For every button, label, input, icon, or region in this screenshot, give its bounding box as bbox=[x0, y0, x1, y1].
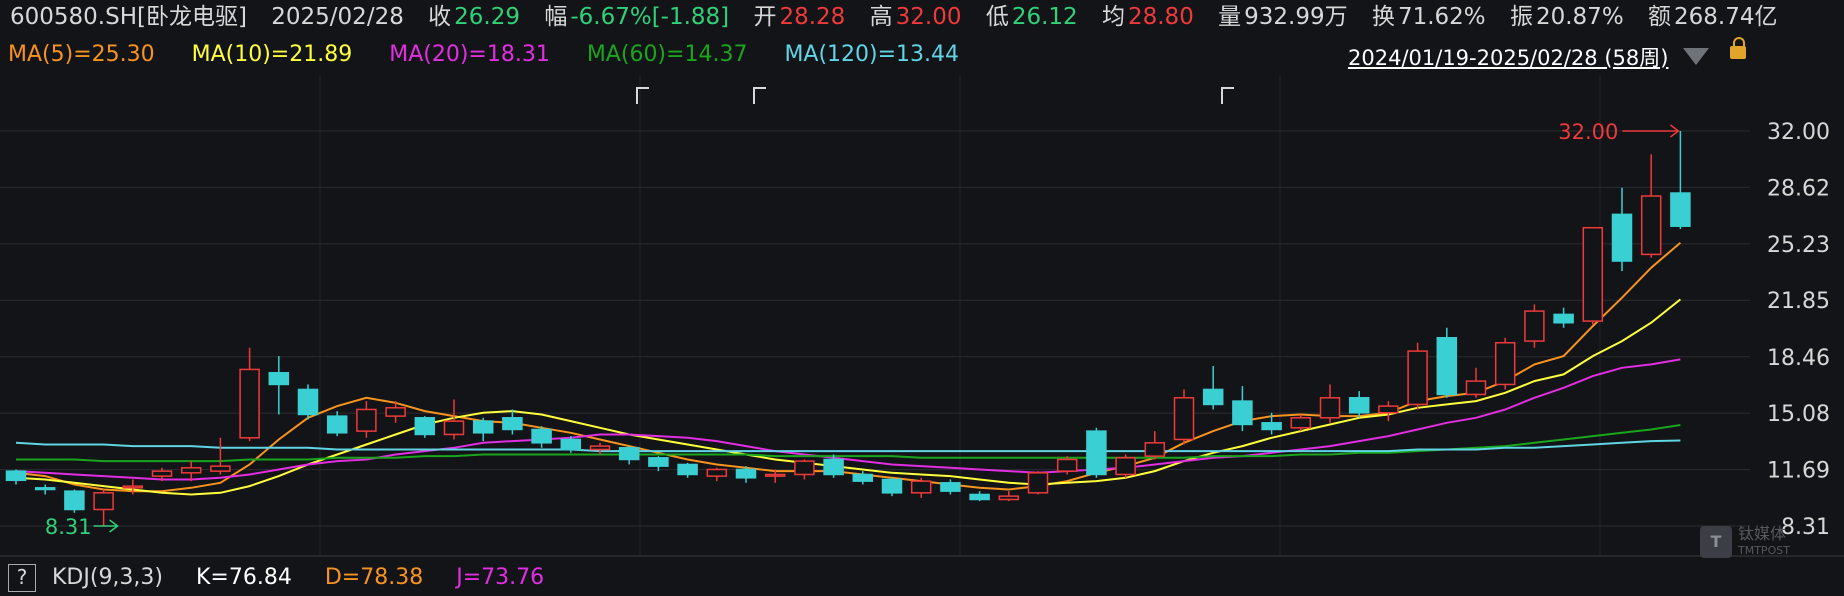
candle-body bbox=[1378, 405, 1399, 414]
ma-line-ma5 bbox=[15, 241, 1682, 493]
candle-body bbox=[1524, 310, 1545, 342]
min-price-label: 8.31 bbox=[45, 515, 92, 539]
candle-body bbox=[93, 492, 114, 511]
y-tick-label: 25.23 bbox=[1767, 233, 1830, 258]
candle-body bbox=[1670, 192, 1691, 227]
kdj-legend: ? KDJ(9,3,3) K=76.84 D=78.38 J=73.76 bbox=[8, 563, 570, 593]
candle-body bbox=[764, 473, 786, 477]
candle-body bbox=[1611, 213, 1633, 262]
candle-body bbox=[34, 487, 56, 491]
candle-body bbox=[1407, 350, 1428, 406]
candle-body bbox=[706, 468, 728, 477]
candle-body bbox=[1640, 195, 1662, 256]
candle-body bbox=[998, 495, 1020, 501]
kdj-j: J=73.76 bbox=[456, 565, 545, 590]
candle-body bbox=[297, 388, 319, 416]
y-tick-label: 32.00 bbox=[1767, 120, 1830, 145]
kdj-k: K=76.84 bbox=[196, 565, 292, 590]
candle-body bbox=[1553, 313, 1574, 324]
candle-body bbox=[589, 445, 611, 451]
candle-body bbox=[677, 463, 698, 476]
candle-body bbox=[356, 408, 377, 432]
candle-body bbox=[268, 372, 290, 386]
candle-body bbox=[1056, 458, 1078, 472]
candle-body bbox=[1232, 400, 1253, 426]
candle-body bbox=[1494, 342, 1516, 386]
candle-body bbox=[443, 420, 465, 436]
candle-body bbox=[151, 470, 173, 477]
candle-body bbox=[472, 420, 494, 434]
candle-body bbox=[1173, 397, 1195, 441]
candle-body bbox=[823, 458, 844, 476]
candle-body bbox=[385, 407, 406, 417]
y-tick-label: 28.62 bbox=[1767, 176, 1830, 201]
event-marker-icon bbox=[753, 87, 766, 104]
candle-body bbox=[1582, 226, 1604, 322]
candle-body bbox=[1086, 430, 1107, 476]
candle-body bbox=[1436, 337, 1458, 396]
candle-body bbox=[618, 447, 640, 461]
candle-body bbox=[5, 470, 27, 482]
candle-body bbox=[1319, 397, 1341, 419]
y-tick-label: 15.08 bbox=[1767, 402, 1830, 427]
watermark-en: TMTPOST bbox=[1738, 544, 1790, 557]
candle-body bbox=[122, 485, 144, 489]
candle-body bbox=[531, 428, 552, 444]
candle-body bbox=[1115, 457, 1136, 476]
candle-body bbox=[502, 417, 523, 431]
candle-body bbox=[1202, 388, 1224, 406]
candle-body bbox=[210, 465, 231, 472]
candle-body bbox=[648, 457, 669, 467]
candle-body bbox=[1027, 472, 1049, 494]
candle-body bbox=[180, 467, 202, 474]
ma-line-ma10 bbox=[15, 298, 1682, 496]
candle-body bbox=[560, 438, 582, 451]
candle-body bbox=[940, 482, 961, 492]
candle-body bbox=[1290, 417, 1312, 429]
y-tick-label: 21.85 bbox=[1767, 289, 1830, 314]
candle-body bbox=[852, 473, 874, 482]
event-marker-icon bbox=[1221, 87, 1234, 104]
y-tick-label: 18.46 bbox=[1767, 346, 1830, 371]
watermark-logo: T 钛媒体 TMTPOST bbox=[1700, 526, 1790, 558]
event-marker-icon bbox=[636, 87, 649, 104]
candlestick-chart: 32.00 28.62 25.23 21.85 18.46 15.08 11.69 8.31 3… bbox=[0, 75, 1844, 557]
kdj-d: D=78.38 bbox=[324, 565, 424, 590]
candle-body bbox=[735, 468, 757, 479]
candle-body bbox=[794, 460, 815, 476]
candle-body bbox=[64, 490, 85, 511]
candle-body bbox=[1261, 422, 1282, 431]
kdj-name: KDJ(9,3,3) bbox=[52, 565, 163, 590]
max-price-label: 32.00 bbox=[1558, 120, 1618, 144]
candle-body bbox=[881, 478, 903, 494]
candle-body bbox=[1144, 442, 1166, 457]
tmtpost-logo-icon: T bbox=[1700, 526, 1732, 558]
candle-body bbox=[239, 368, 260, 439]
candle-body bbox=[1465, 380, 1487, 396]
y-tick-label: 11.69 bbox=[1767, 459, 1830, 484]
ma-line-ma60 bbox=[16, 424, 1681, 463]
candle-body bbox=[969, 493, 990, 501]
candle-body bbox=[910, 480, 932, 494]
ma-line-ma20 bbox=[15, 358, 1681, 481]
candle-body bbox=[414, 417, 436, 436]
help-icon[interactable]: ? bbox=[8, 564, 36, 592]
candle-body bbox=[1348, 397, 1370, 414]
candle-body bbox=[326, 415, 348, 434]
watermark-cn: 钛媒体 bbox=[1738, 524, 1787, 543]
